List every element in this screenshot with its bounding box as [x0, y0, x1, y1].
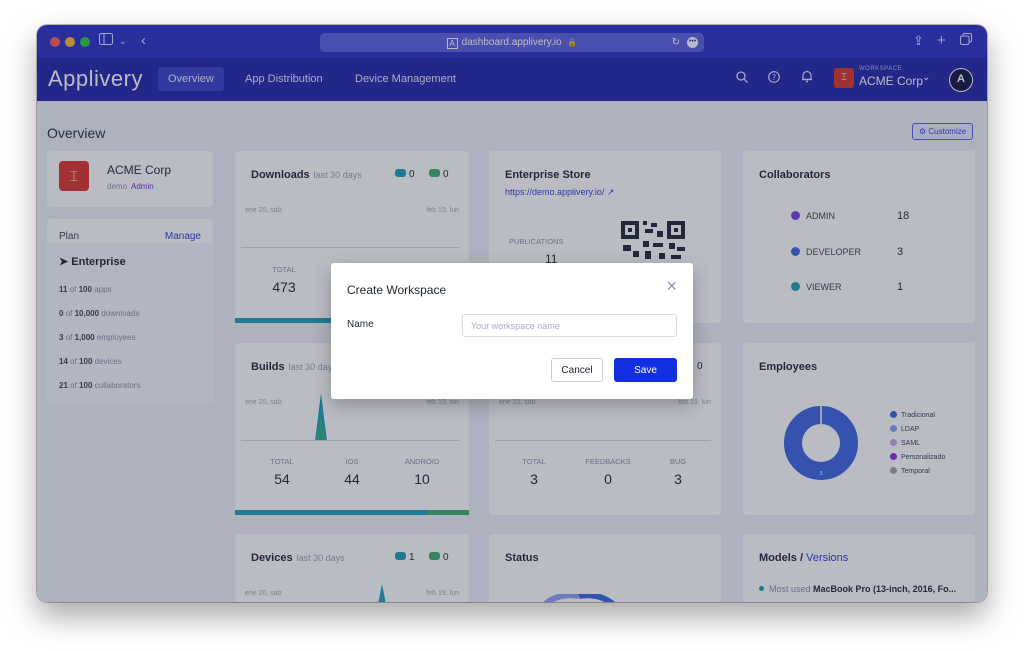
name-label: Name: [347, 319, 374, 330]
save-button[interactable]: Save: [614, 358, 677, 382]
workspace-name-input[interactable]: [462, 314, 677, 337]
close-icon[interactable]: ×: [666, 277, 677, 295]
cancel-button[interactable]: Cancel: [551, 358, 603, 382]
dialog-title: Create Workspace: [347, 283, 447, 297]
create-workspace-dialog: Create Workspace × Name Cancel Save: [331, 263, 693, 399]
browser-window: ⌄ ‹ Adashboard.applivery.io 🔒 ↻ ••• ⇪ + …: [37, 25, 987, 602]
